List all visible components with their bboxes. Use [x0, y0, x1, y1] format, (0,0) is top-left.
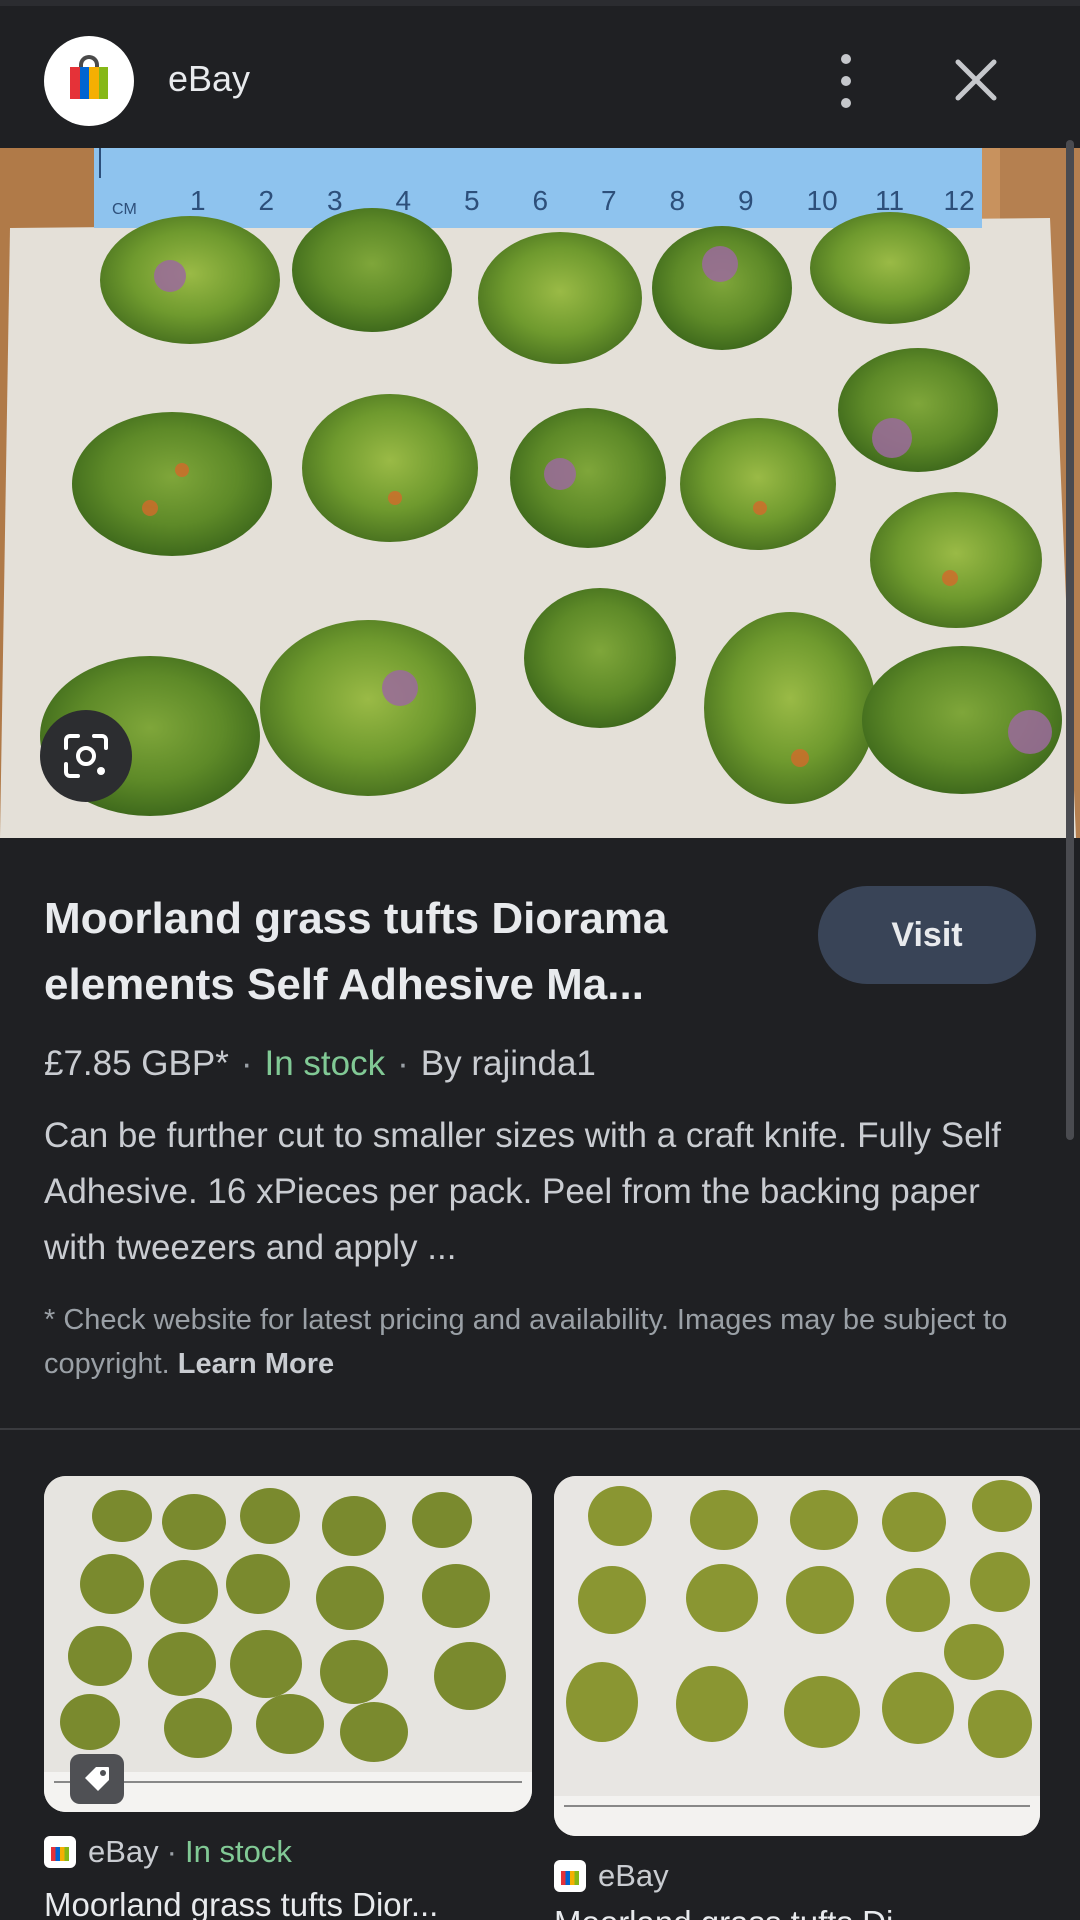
ruler-number-label: 9 [738, 185, 754, 216]
related-photo-2 [554, 1476, 1040, 1836]
learn-more-link[interactable]: Learn More [178, 1348, 334, 1380]
result-meta: £7.85 GBP* · In stock · By rajinda1 [44, 1044, 596, 1083]
lens-search-icon [64, 734, 108, 778]
close-icon[interactable] [952, 56, 1000, 104]
related-source-name-1: eBay [88, 1834, 159, 1869]
app-title: eBay [168, 58, 251, 99]
related-card-source-1: eBay · In stock [44, 1834, 292, 1870]
main-product-image[interactable]: CM 1 2 3 4 5 6 7 8 9 10 11 12 [0, 148, 1080, 838]
scrollbar[interactable] [1066, 140, 1074, 1140]
related-card-title-1[interactable]: Moorland grass tufts Dior... [44, 1886, 532, 1920]
related-card-title-2[interactable]: Moorland grass tufts Di... [554, 1904, 1040, 1920]
stock-status: In stock [264, 1044, 386, 1083]
grass-tufts-photo: CM 1 2 3 4 5 6 7 8 9 10 11 12 [0, 148, 1080, 838]
ruler-number-label: 1 [190, 185, 206, 216]
related-stock-1: In stock [185, 1834, 292, 1869]
section-divider [0, 1428, 1080, 1430]
ruler-number-label: 8 [670, 185, 686, 216]
price-tag-icon [70, 1754, 124, 1804]
ruler-number-label: 10 [807, 185, 838, 216]
disclaimer: * Check website for latest pricing and a… [44, 1298, 1024, 1386]
ruler-number-label: 3 [327, 185, 343, 216]
ebay-app-icon[interactable] [44, 36, 134, 126]
related-card-source-2: eBay [554, 1858, 669, 1894]
ebay-favicon-icon [554, 1860, 586, 1892]
top-app-bar: eBay [0, 0, 1080, 148]
result-description: Can be further cut to smaller sizes with… [44, 1116, 1002, 1267]
result-title[interactable]: Moorland grass tufts Diorama elements Se… [44, 886, 814, 1018]
lens-search-button[interactable] [40, 710, 132, 802]
price: £7.85 GBP* [44, 1044, 229, 1083]
ebay-favicon-icon [44, 1836, 76, 1868]
related-card-image-1[interactable] [44, 1476, 532, 1812]
related-source-name-2: eBay [598, 1858, 669, 1893]
seller: By rajinda1 [420, 1044, 596, 1083]
ruler-number-label: 2 [259, 185, 275, 216]
ruler-number-label: 7 [601, 185, 617, 216]
ruler-number-label: 11 [875, 185, 904, 216]
ruler-unit-label: CM [112, 201, 137, 218]
ruler-number-label: 5 [464, 185, 480, 216]
more-vert-icon[interactable] [826, 54, 866, 108]
shopping-bag-icon [70, 55, 108, 99]
visit-button[interactable]: Visit [818, 886, 1036, 984]
related-card-image-2[interactable] [554, 1476, 1040, 1836]
ruler-number-label: 12 [944, 185, 975, 216]
ruler-number-label: 6 [533, 185, 549, 216]
